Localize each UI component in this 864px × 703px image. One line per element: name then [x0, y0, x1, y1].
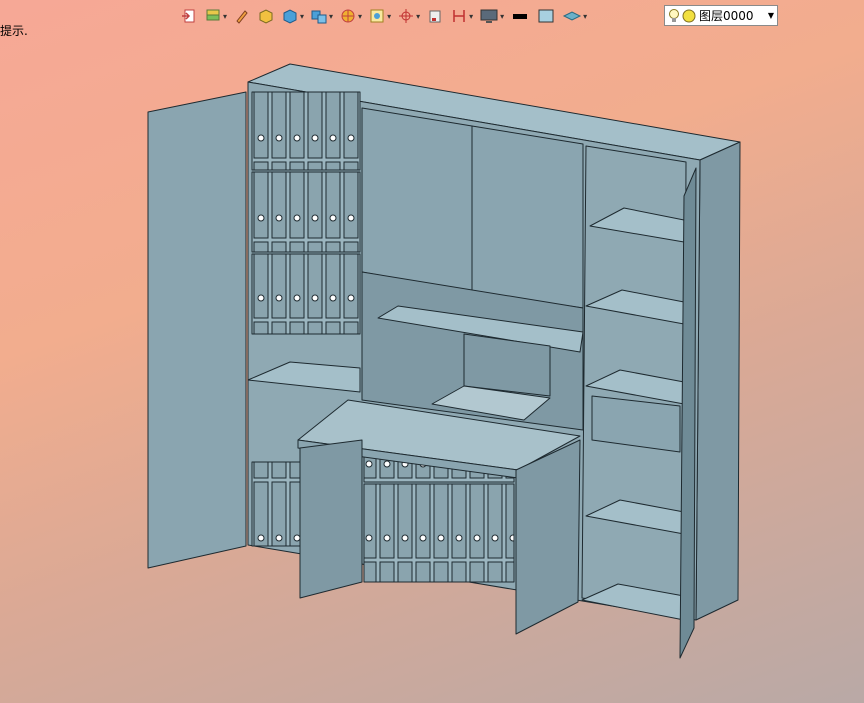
- binders-left-row-3: [251, 253, 361, 335]
- sphere-render-icon: [341, 9, 355, 23]
- hint-text: 提示.: [0, 24, 28, 38]
- small-square-icon: [429, 10, 441, 23]
- color-lightblue-icon: [538, 9, 554, 23]
- upper-door-right: [471, 125, 584, 309]
- fill-color-button[interactable]: [534, 4, 558, 28]
- lower-door-left: [299, 439, 363, 599]
- frame-select-icon: [370, 9, 384, 23]
- chevron-down-icon[interactable]: ▼: [768, 11, 774, 20]
- box-orange-icon: [259, 9, 273, 24]
- view-toolbar: ▾ ▾ ▾ ▾ ▾ ▾ ▾ ▾ ▾: [178, 2, 589, 30]
- lightbulb-icon: [669, 8, 679, 22]
- plane-layer-icon: [563, 11, 582, 21]
- measure-red-icon: [453, 10, 465, 22]
- box-button[interactable]: [255, 4, 277, 28]
- cube-button[interactable]: ▾: [279, 4, 306, 28]
- layers-stack-icon: [206, 9, 220, 21]
- left-open-door: [147, 91, 247, 569]
- layers-button[interactable]: ▾: [202, 4, 229, 28]
- chevron-down-icon: ▾: [416, 11, 421, 21]
- chevron-down-icon: ▾: [329, 11, 334, 21]
- 3d-viewport[interactable]: 提示. ▾ ▾ ▾ ▾ ▾ ▾ ▾ ▾ ▾ 图层0000 ▼: [0, 0, 864, 703]
- display-button[interactable]: ▾: [477, 4, 506, 28]
- chevron-down-icon: ▾: [469, 11, 474, 21]
- axis-button[interactable]: ▾: [395, 4, 422, 28]
- color-black-icon: [513, 14, 528, 19]
- render-button[interactable]: ▾: [337, 4, 364, 28]
- binders-under-desk-row-2: [363, 483, 515, 583]
- import-button[interactable]: [178, 4, 200, 28]
- cabinet-right-side: [695, 141, 741, 621]
- cube-group-button[interactable]: ▾: [308, 4, 335, 28]
- binders-left-row-2: [251, 171, 361, 253]
- chevron-down-icon: ▾: [300, 11, 305, 21]
- small-square-button[interactable]: [424, 4, 446, 28]
- chevron-down-icon: ▾: [358, 11, 363, 21]
- binders-left-row-1: [251, 91, 361, 171]
- chevron-down-icon: ▾: [223, 11, 228, 21]
- cabinet-3d-model[interactable]: [0, 0, 864, 703]
- cube-group-icon: [311, 10, 327, 24]
- sketch-button[interactable]: [231, 4, 253, 28]
- yellow-circle-icon: [682, 9, 696, 22]
- lower-door-right: [515, 439, 581, 635]
- chevron-down-icon: ▾: [583, 11, 588, 21]
- binders-left-bottom: [251, 461, 303, 547]
- monitor-icon: [480, 9, 498, 23]
- axis-red-icon: [399, 9, 414, 23]
- measure-button[interactable]: ▾: [448, 4, 475, 28]
- upper-door-left: [361, 107, 473, 293]
- import-icon: [182, 9, 195, 23]
- pencil-icon: [236, 10, 248, 24]
- plane-layer-button[interactable]: ▾: [560, 4, 589, 28]
- frame-select-button[interactable]: ▾: [366, 4, 393, 28]
- chevron-down-icon: ▾: [387, 11, 392, 21]
- layer-select[interactable]: 图层0000 ▼: [664, 5, 778, 26]
- layer-name: 图层0000: [699, 9, 754, 23]
- chevron-down-icon: ▾: [500, 11, 505, 21]
- cube-blue-icon: [283, 9, 297, 24]
- line-color-button[interactable]: [508, 4, 532, 28]
